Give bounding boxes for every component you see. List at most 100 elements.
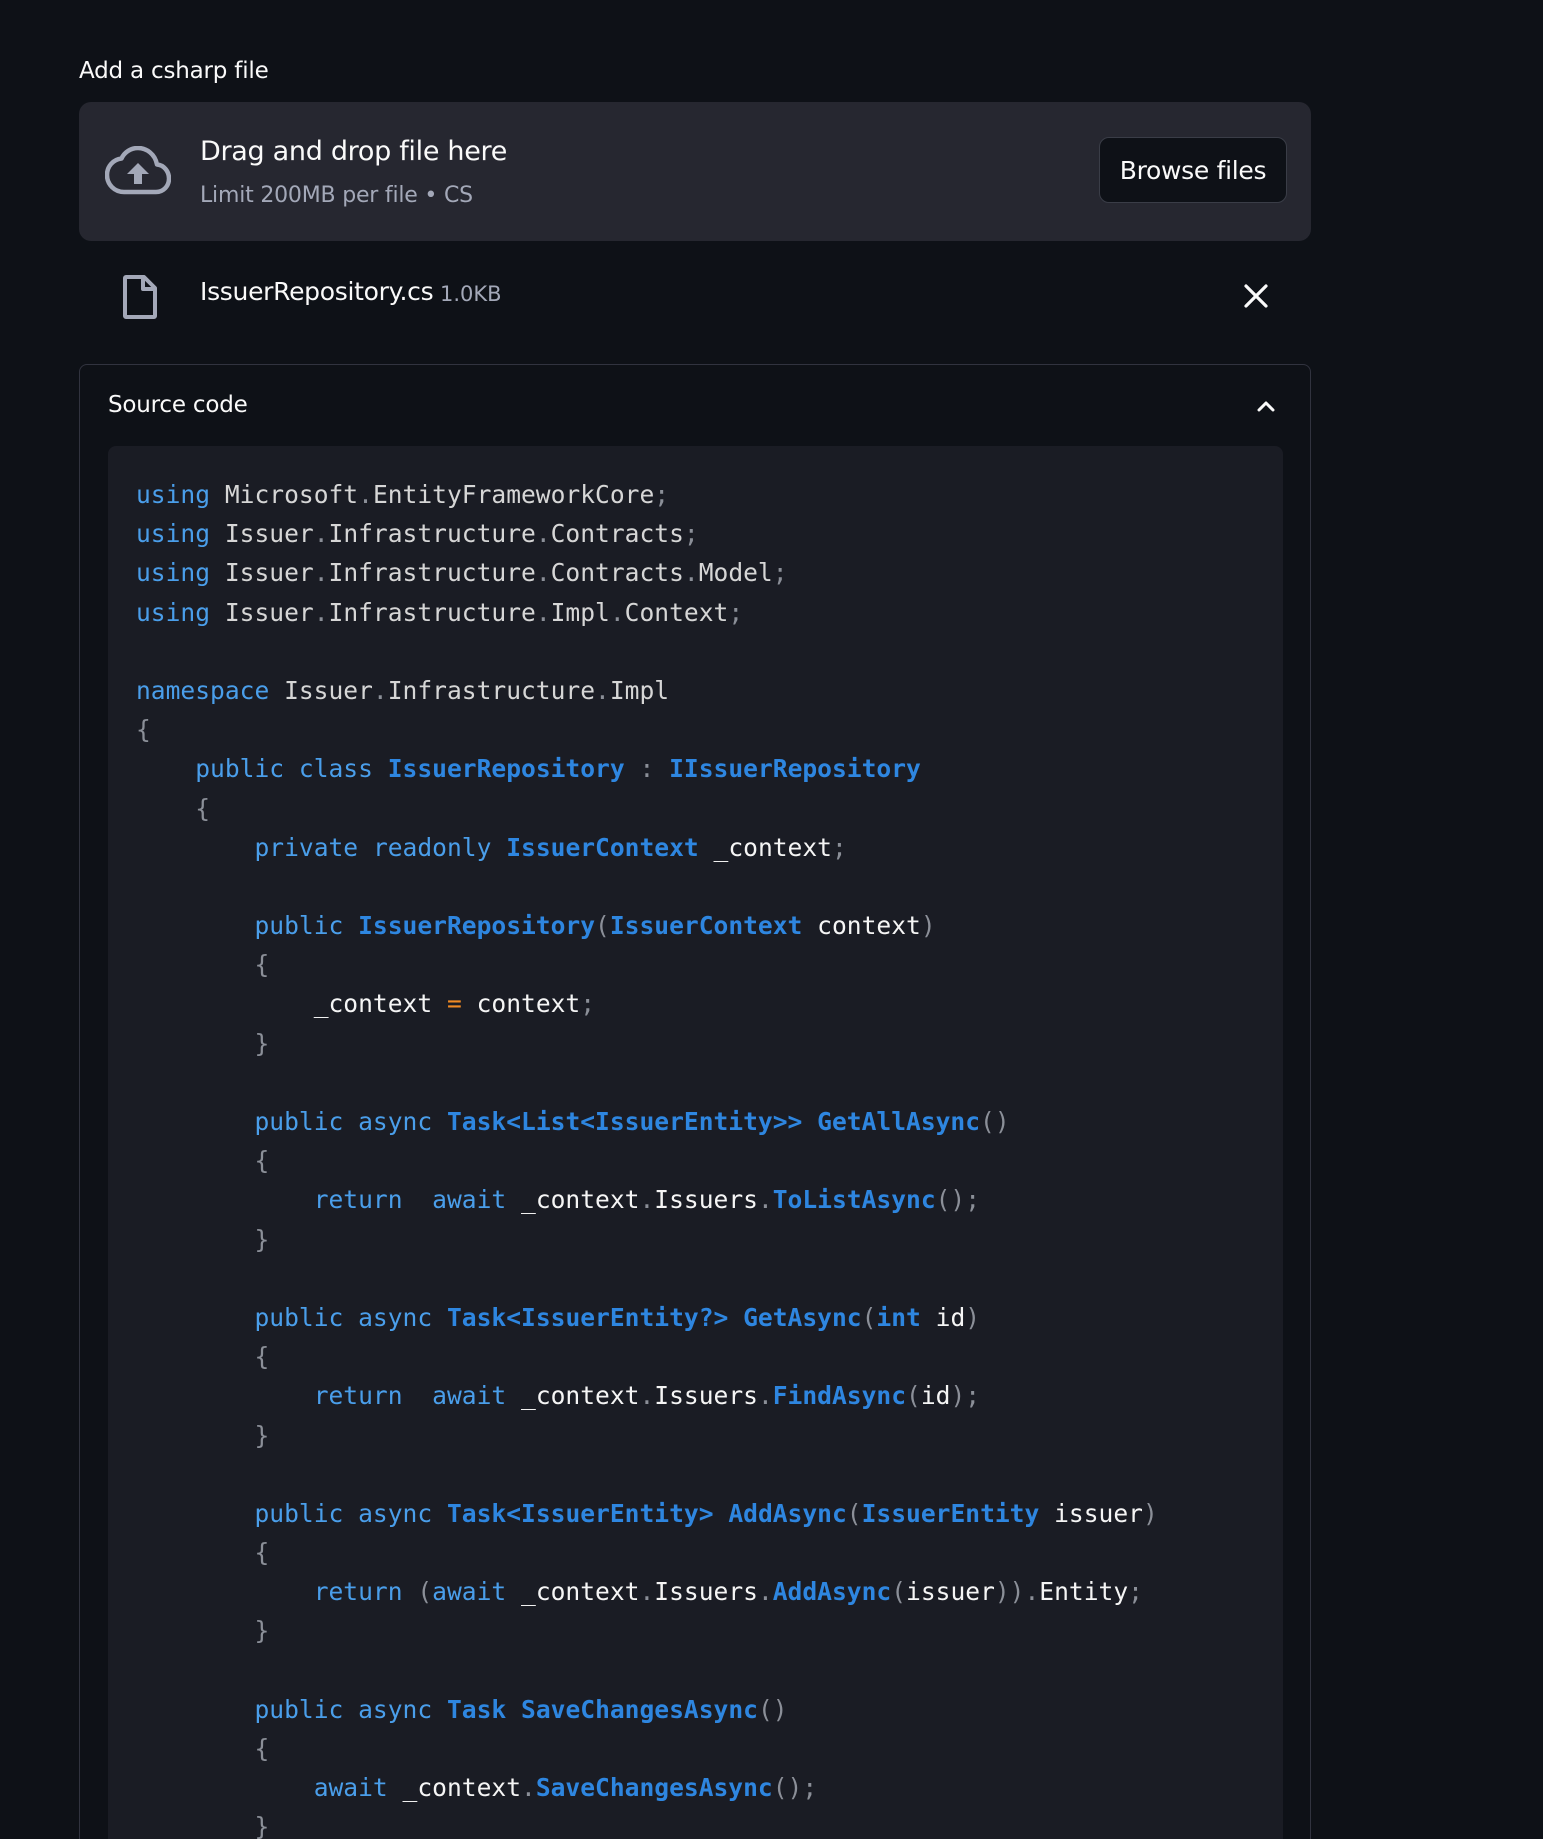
file-dropzone[interactable]: Drag and drop file here Limit 200MB per …	[79, 102, 1311, 241]
code-token: (	[595, 911, 610, 941]
code-token: Impl	[550, 597, 610, 627]
code-token: .	[757, 1577, 773, 1607]
code-token: AddAsync	[772, 1577, 892, 1607]
code-token: readonly	[372, 832, 492, 862]
expander-title: Source code	[108, 392, 248, 418]
code-token: .	[609, 597, 625, 627]
code-token: Issuer	[269, 675, 373, 705]
source-code-expander: Source code using Microsoft.EntityFramew…	[79, 364, 1311, 1839]
code-token: .	[639, 1577, 655, 1607]
code-line: _context = context;	[136, 984, 1158, 1023]
code-token: return	[313, 1381, 403, 1411]
chevron-up-icon[interactable]	[1255, 395, 1277, 417]
code-token: public	[254, 1498, 344, 1528]
code-token: ;	[728, 597, 744, 627]
code-token: _context	[506, 1185, 640, 1215]
code-token: )	[920, 911, 936, 941]
code-token: {	[195, 793, 211, 823]
code-line: public async Task SaveChangesAsync()	[136, 1690, 1158, 1729]
close-icon[interactable]	[1242, 282, 1270, 310]
code-token: async	[358, 1302, 433, 1332]
code-token: ()	[757, 1694, 788, 1724]
file-uploader-label: Add a csharp file	[79, 58, 269, 84]
code-token: _context	[387, 1773, 521, 1803]
code-token: )).	[994, 1577, 1040, 1607]
code-token: async	[358, 1498, 433, 1528]
code-token: }	[254, 1812, 270, 1839]
code-token: id	[920, 1302, 966, 1332]
code-line: public async Task<IssuerEntity?> GetAsyn…	[136, 1298, 1158, 1337]
code-token: (	[846, 1498, 862, 1528]
code-line: }	[136, 1611, 1158, 1650]
code-token: IIssuerRepository	[669, 754, 921, 784]
code-line: {	[136, 1141, 1158, 1180]
code-token: .	[535, 558, 551, 588]
code-token: using	[136, 480, 211, 509]
code-token: (	[906, 1381, 921, 1411]
code-line: return (await _context.Issuers.AddAsync(…	[136, 1572, 1158, 1611]
code-token: IssuerContext	[506, 832, 699, 862]
code-token: {	[254, 1734, 270, 1763]
code-token: Issuer	[210, 558, 314, 588]
code-token: ();	[772, 1773, 818, 1803]
dropzone-limit-text: Limit 200MB per file • CS	[200, 183, 473, 208]
code-token: int	[876, 1302, 921, 1332]
code-token: .	[313, 519, 329, 549]
code-line: public async Task<IssuerEntity> AddAsync…	[136, 1494, 1157, 1533]
code-line: {	[136, 1729, 1158, 1768]
code-token: (	[891, 1577, 907, 1607]
expander-header[interactable]: Source code	[80, 365, 1310, 445]
code-token: {	[136, 715, 151, 745]
code-token: ;	[683, 519, 699, 549]
code-token: Infrastructure	[387, 675, 596, 705]
code-token: public	[254, 1694, 344, 1724]
code-token: .	[313, 558, 329, 588]
code-token: return	[313, 1577, 403, 1607]
code-line: public class IssuerRepository : IIssuerR…	[136, 749, 1158, 788]
code-token: }	[254, 1420, 270, 1450]
code-line: }	[136, 1807, 1158, 1839]
uploaded-file-size: 1.0KB	[440, 282, 502, 306]
code-token: ;	[1128, 1577, 1143, 1607]
code-token: .	[639, 1185, 655, 1215]
code-token: AddAsync	[728, 1498, 847, 1528]
code-token: IssuerEntity	[861, 1498, 1040, 1528]
code-token: Task<IssuerEntity?>	[446, 1302, 729, 1332]
browse-files-button[interactable]: Browse files	[1099, 137, 1287, 203]
code-token: }	[254, 1028, 270, 1058]
code-token: Context	[624, 597, 729, 627]
code-token: Microsoft	[210, 480, 359, 509]
code-token: }	[254, 1616, 270, 1646]
code-token: SaveChangesAsync	[521, 1694, 758, 1724]
code-token: .	[535, 519, 551, 549]
code-token: Task<IssuerEntity>	[446, 1498, 714, 1528]
code-token: async	[358, 1107, 433, 1136]
